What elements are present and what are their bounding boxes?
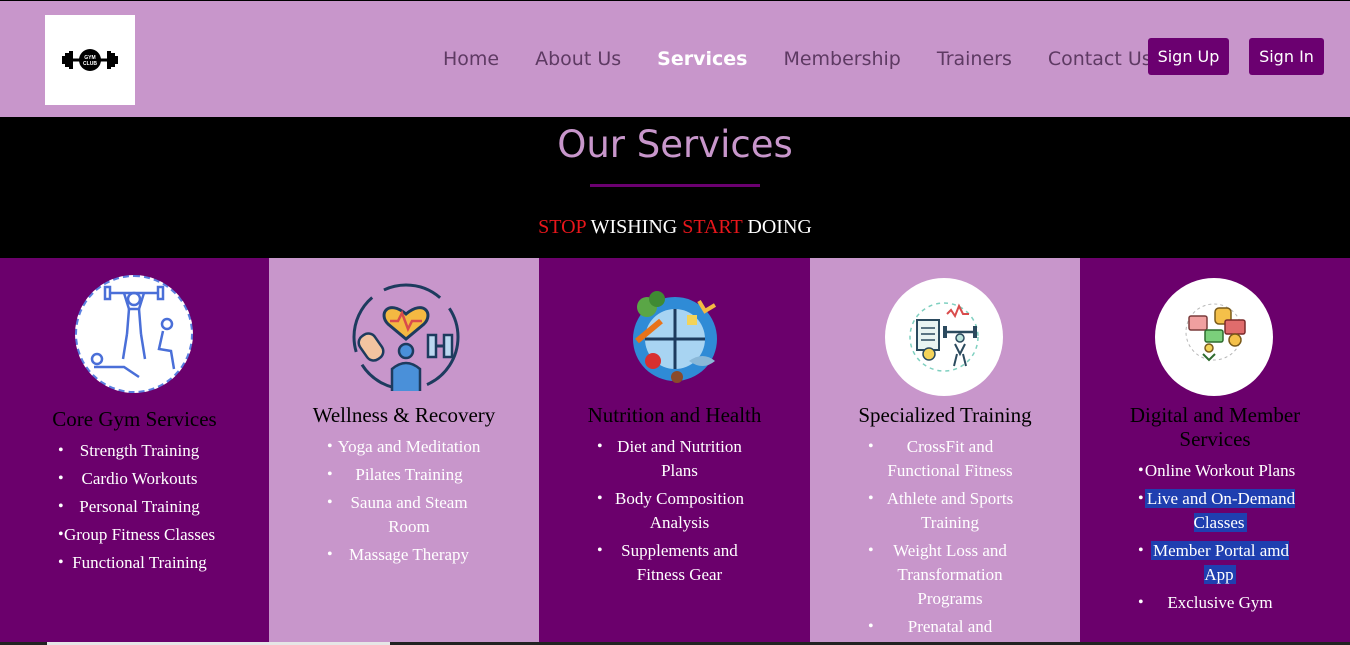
digital-member-icon (1155, 278, 1273, 396)
service-list: Diet and Nutrition Plans Body Compositio… (539, 435, 810, 587)
service-list: Yoga and Meditation Pilates Training Sau… (269, 435, 539, 567)
list-item: Strength Training (0, 439, 269, 463)
list-item: Online Workout Plans (1080, 459, 1350, 483)
list-item: Athlete and Sports Training (810, 487, 1080, 535)
service-card-core-gym: Core Gym Services Strength Training Card… (0, 258, 269, 642)
gym-workout-icon (75, 275, 193, 393)
list-item: Member Portal amd App (1080, 539, 1350, 587)
list-item: Live and On-Demand Classes (1080, 487, 1350, 535)
nav-contact-us[interactable]: Contact Us (1048, 48, 1152, 70)
services-grid: Core Gym Services Strength Training Card… (0, 258, 1350, 642)
service-list: Online Workout Plans Live and On-Demand … (1080, 459, 1350, 615)
main-nav: Home About Us Services Membership Traine… (443, 48, 1188, 70)
service-list: CrossFit and Functional Fitness Athlete … (810, 435, 1080, 639)
highlighted-text: Member Portal amd App (1151, 541, 1289, 584)
wellness-recovery-icon (347, 278, 465, 396)
list-item: Exclusive Gym (1080, 591, 1350, 615)
nav-services[interactable]: Services (657, 48, 747, 70)
slogan: STOP WISHING START DOING (0, 216, 1350, 239)
nutrition-plate-icon (616, 280, 734, 398)
nav-trainers[interactable]: Trainers (937, 48, 1012, 70)
service-heading: Core Gym Services (52, 407, 217, 431)
list-item: Group Fitness Classes (0, 523, 269, 547)
highlighted-text: Live and On-Demand Classes (1144, 489, 1296, 532)
service-heading: Wellness & Recovery (312, 403, 496, 427)
nav-about-us[interactable]: About Us (535, 48, 621, 70)
service-card-specialized: Specialized Training CrossFit and Functi… (810, 258, 1080, 642)
nav-membership[interactable]: Membership (783, 48, 900, 70)
sign-in-button[interactable]: Sign In (1249, 38, 1324, 75)
list-item: Massage Therapy (269, 543, 539, 567)
slogan-word: WISHING (590, 216, 678, 238)
list-item: Prenatal and (810, 615, 1080, 639)
list-item: Functional Training (0, 551, 269, 575)
list-item: Weight Loss and Transformation Programs (810, 539, 1080, 611)
slogan-word: STOP (538, 216, 586, 238)
service-heading: Digital and Member Services (1129, 403, 1301, 451)
list-item: Diet and Nutrition Plans (539, 435, 810, 483)
service-heading: Nutrition and Health (587, 403, 762, 427)
list-item: Personal Training (0, 495, 269, 519)
site-header: GYM CLUB Home About Us Services Membersh… (0, 0, 1350, 117)
title-underline (590, 184, 760, 187)
specialized-training-icon (885, 278, 1003, 396)
gym-club-logo[interactable]: GYM CLUB (45, 15, 135, 105)
list-item: Cardio Workouts (0, 467, 269, 491)
service-card-wellness: Wellness & Recovery Yoga and Meditation … (269, 258, 539, 642)
svg-text:CLUB: CLUB (83, 61, 97, 67)
service-list: Strength Training Cardio Workouts Person… (0, 439, 269, 575)
list-item: Pilates Training (269, 463, 539, 487)
sign-up-button[interactable]: Sign Up (1148, 38, 1229, 75)
list-item: Body Composition Analysis (539, 487, 810, 535)
service-heading: Specialized Training (858, 403, 1032, 427)
list-item: CrossFit and Functional Fitness (810, 435, 1080, 483)
slogan-word: START (682, 216, 743, 238)
list-item: Yoga and Meditation (269, 435, 539, 459)
services-hero: Our Services STOP WISHING START DOING (0, 117, 1350, 258)
service-card-nutrition: Nutrition and Health Diet and Nutrition … (539, 258, 810, 642)
service-card-digital: Digital and Member Services Online Worko… (1080, 258, 1350, 642)
list-item: Supplements and Fitness Gear (539, 539, 810, 587)
page-title: Our Services (557, 123, 793, 166)
dumbbell-logo-icon: GYM CLUB (62, 49, 118, 71)
nav-home[interactable]: Home (443, 48, 499, 70)
list-item: Sauna and Steam Room (269, 491, 539, 539)
slogan-word: DOING (747, 216, 812, 238)
